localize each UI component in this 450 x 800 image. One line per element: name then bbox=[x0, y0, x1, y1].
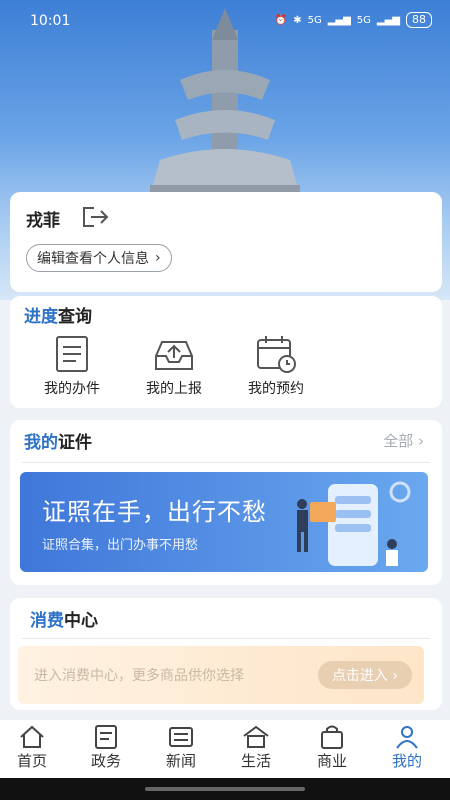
signal-icon: ▂▄▆ bbox=[327, 14, 351, 26]
my-appointments-button[interactable]: 我的预约 bbox=[226, 334, 326, 398]
enter-button[interactable]: 点击进入 › bbox=[317, 661, 412, 689]
my-cases-button[interactable]: 我的办件 bbox=[22, 334, 122, 398]
consumer-center-banner: 进入消费中心，更多商品供你选择 点击进入 › bbox=[18, 646, 424, 704]
signal-5g-1: 5G bbox=[307, 14, 322, 26]
home-icon bbox=[20, 725, 44, 748]
tab-home[interactable]: 首页 bbox=[2, 724, 62, 771]
certificates-banner[interactable]: 证照在手，出行不愁 证照合集，出门办事不用愁 bbox=[20, 472, 428, 572]
tab-business[interactable]: 商业 bbox=[302, 724, 362, 771]
upload-tray-icon bbox=[155, 341, 193, 370]
home-indicator[interactable] bbox=[145, 787, 305, 791]
profile-card: 戎菲 编辑查看个人信息 › bbox=[10, 192, 442, 292]
edit-profile-button[interactable]: 编辑查看个人信息 › bbox=[26, 244, 172, 272]
consumer-center-section: 消费中心 进入消费中心，更多商品供你选择 点击进入 › bbox=[10, 598, 442, 710]
id-card-icon bbox=[95, 725, 117, 749]
banner-title: 证照在手，出行不愁 bbox=[42, 498, 267, 526]
tab-life[interactable]: 生活 bbox=[226, 724, 286, 771]
certificates-section: 我的证件 全部 › 证照在手，出行不愁 证照合集，出门办事不用愁 bbox=[10, 420, 442, 585]
user-name: 戎菲 bbox=[26, 211, 60, 231]
calendar-clock-icon bbox=[257, 336, 296, 373]
document-icon bbox=[56, 336, 88, 372]
battery-indicator: 88 bbox=[406, 12, 432, 28]
shopping-bag-icon bbox=[321, 725, 343, 749]
my-reports-label: 我的上报 bbox=[146, 381, 202, 397]
view-all-link[interactable]: 全部 › bbox=[383, 430, 424, 451]
my-appointments-label: 我的预约 bbox=[248, 381, 304, 397]
system-nav-bar bbox=[0, 778, 450, 800]
user-icon bbox=[396, 726, 418, 749]
consumer-center-title: 消费中心 bbox=[30, 611, 98, 631]
tab-government[interactable]: 政务 bbox=[76, 724, 136, 771]
chevron-right-icon: › bbox=[155, 250, 161, 266]
progress-title: 进度查询 bbox=[24, 307, 92, 327]
status-bar: 10:01 ⏰ ✱ 5G ▂▄▆ 5G ▂▄▆ 88 bbox=[0, 0, 450, 44]
banner-subtitle: 证照合集，出门办事不用愁 bbox=[42, 538, 199, 553]
status-time: 10:01 bbox=[30, 13, 71, 29]
bluetooth-icon: ✱ bbox=[293, 14, 302, 26]
my-reports-button[interactable]: 我的上报 bbox=[124, 334, 224, 398]
logout-icon[interactable] bbox=[80, 205, 110, 229]
phone-illustration bbox=[297, 481, 411, 566]
edit-profile-label: 编辑查看个人信息 bbox=[37, 251, 149, 267]
tab-bar: 首页 政务 新闻 生活 商业 我的 bbox=[0, 720, 450, 778]
tab-mine[interactable]: 我的 bbox=[377, 724, 437, 771]
consumer-center-desc: 进入消费中心，更多商品供你选择 bbox=[34, 668, 244, 684]
signal-icon: ▂▄▆ bbox=[376, 14, 400, 26]
my-cases-label: 我的办件 bbox=[44, 381, 100, 397]
divider bbox=[22, 638, 430, 639]
certificates-title: 我的证件 bbox=[24, 433, 92, 453]
alarm-icon: ⏰ bbox=[274, 14, 288, 26]
signal-5g-2: 5G bbox=[356, 14, 371, 26]
tab-news[interactable]: 新闻 bbox=[151, 724, 211, 771]
divider bbox=[22, 462, 430, 463]
newspaper-icon bbox=[169, 727, 193, 747]
progress-section: 进度查询 我的办件 我的上报 我的预约 bbox=[10, 296, 442, 408]
house-icon bbox=[243, 725, 269, 748]
